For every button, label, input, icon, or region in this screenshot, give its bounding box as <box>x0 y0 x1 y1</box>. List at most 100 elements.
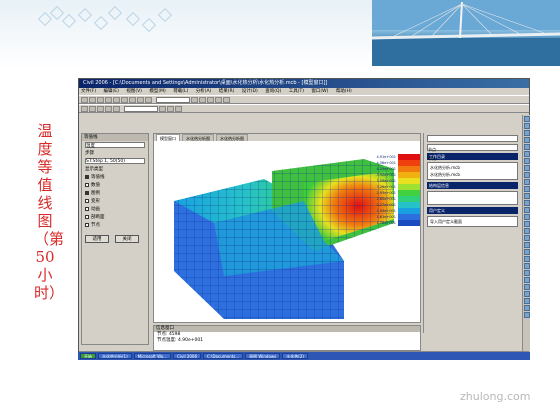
element-icon[interactable] <box>97 105 104 112</box>
new-icon[interactable] <box>81 96 88 103</box>
taskbar-item[interactable]: Microsoft Wo... <box>133 353 172 359</box>
tool-icon[interactable] <box>524 284 530 290</box>
taskbar-item[interactable]: Civil 2006 <box>173 353 202 359</box>
menu-results[interactable]: 结果(R) <box>219 89 235 94</box>
toolbar-2 <box>79 104 529 113</box>
shade-icon[interactable] <box>223 96 230 103</box>
menu-load[interactable]: 荷载(L) <box>173 89 188 94</box>
taskbar-item[interactable]: 画图 Windows <box>245 353 281 359</box>
zoom-icon[interactable] <box>129 96 136 103</box>
tool-icon[interactable] <box>524 263 530 269</box>
menu-analysis[interactable]: 分析(A) <box>196 89 212 94</box>
taskbar-item[interactable]: C:\Documents... <box>203 353 244 359</box>
print-icon[interactable] <box>105 96 112 103</box>
structure-info-header: 结构层信息 <box>427 182 518 189</box>
section-checkbox[interactable] <box>85 215 89 219</box>
tool-icon[interactable] <box>524 165 530 171</box>
grid-icon[interactable] <box>105 105 112 112</box>
pan-icon[interactable] <box>137 96 144 103</box>
right-panel: 节点 单元 工作目录 水化热分析.mcb 水化热分析.mcb 结构层信息 用户定… <box>423 133 521 333</box>
result-type-select[interactable]: 温度 <box>85 142 145 149</box>
tool-icon[interactable] <box>524 151 530 157</box>
tool-icon[interactable] <box>524 130 530 136</box>
viewport-tabs: 模型窗口 水化热分析图 水化热分析图 <box>154 134 420 141</box>
taskbar-item[interactable]: 水化热(2) <box>282 353 308 359</box>
taskbar-item[interactable]: 水化热分析(1) <box>98 353 132 359</box>
menu-design[interactable]: 设计(D) <box>242 89 258 94</box>
tool-icon[interactable] <box>524 305 530 311</box>
tool-icon[interactable] <box>524 144 530 150</box>
deform-checkbox[interactable] <box>85 199 89 203</box>
list-item[interactable]: 导入用户定义截面 <box>430 218 515 225</box>
hidden-icon[interactable] <box>215 96 222 103</box>
label-icon[interactable] <box>167 105 174 112</box>
tool-icon[interactable] <box>524 228 530 234</box>
menu-query[interactable]: 查询(Q) <box>265 89 281 94</box>
menu-help[interactable]: 帮助(H) <box>336 89 352 94</box>
tool-icon[interactable] <box>524 172 530 178</box>
list-item[interactable]: 水化热分析.mcb <box>430 164 515 171</box>
menu-file[interactable]: 文件(F) <box>81 89 96 94</box>
node-checkbox[interactable] <box>85 223 89 227</box>
menu-edit[interactable]: 编辑(E) <box>104 89 119 94</box>
work-directory-header: 工作目录 <box>427 153 518 160</box>
measure-icon[interactable] <box>159 105 166 112</box>
tool-icon[interactable] <box>524 235 530 241</box>
view-iso-icon[interactable] <box>207 96 214 103</box>
list-item[interactable]: 水化热分析.mcb <box>430 171 515 178</box>
tool-icon[interactable] <box>524 270 530 276</box>
rotate-icon[interactable] <box>145 96 152 103</box>
tool-icon[interactable] <box>524 312 530 318</box>
animation-checkbox[interactable] <box>85 207 89 211</box>
menu-window[interactable]: 窗口(W) <box>311 89 328 94</box>
undo-icon[interactable] <box>113 96 120 103</box>
view-top-icon[interactable] <box>199 96 206 103</box>
apply-button[interactable]: 适用 <box>85 235 109 243</box>
start-button[interactable]: 开始 <box>80 353 96 359</box>
tool-icon[interactable] <box>524 242 530 248</box>
view-front-icon[interactable] <box>191 96 198 103</box>
menu-view[interactable]: 视图(V) <box>126 89 142 94</box>
element-field[interactable]: 单元 <box>427 144 518 161</box>
tab-hydration-1[interactable]: 水化热分析图 <box>182 134 214 141</box>
tool-icon[interactable] <box>524 158 530 164</box>
message-line: 节点温度: 4.90e+001 <box>157 338 204 343</box>
step-select[interactable]: ST:Step 1, 50(50) <box>85 158 145 164</box>
display-icon[interactable] <box>175 105 182 112</box>
legend-checkbox[interactable] <box>85 191 89 195</box>
tool-icon[interactable] <box>524 249 530 255</box>
tool-icon[interactable] <box>524 137 530 143</box>
node-icon[interactable] <box>89 105 96 112</box>
layer-select[interactable] <box>124 105 158 112</box>
tool-icon[interactable] <box>524 291 530 297</box>
message-window: 信息窗口 节点: 4598 节点温度: 4.90e+001 <box>153 325 421 351</box>
menu-model[interactable]: 模型(M) <box>149 89 165 94</box>
menu-tools[interactable]: 工具(T) <box>289 89 304 94</box>
node-field[interactable]: 节点 <box>427 135 518 152</box>
open-icon[interactable] <box>89 96 96 103</box>
tool-icon[interactable] <box>524 116 530 122</box>
redo-icon[interactable] <box>121 96 128 103</box>
user-defined-header: 用户定义 <box>427 207 518 214</box>
tool-icon[interactable] <box>524 193 530 199</box>
tool-icon[interactable] <box>524 207 530 213</box>
tool-icon[interactable] <box>524 298 530 304</box>
tool-icon[interactable] <box>524 214 530 220</box>
unit-select[interactable] <box>156 96 190 103</box>
tab-model-view[interactable]: 模型窗口 <box>156 134 180 141</box>
tool-icon[interactable] <box>524 123 530 129</box>
select-icon[interactable] <box>81 105 88 112</box>
tool-icon[interactable] <box>524 256 530 262</box>
tab-hydration-2[interactable]: 水化热分析图 <box>216 134 248 141</box>
save-icon[interactable] <box>97 96 104 103</box>
values-checkbox[interactable] <box>85 183 89 187</box>
tool-icon[interactable] <box>524 200 530 206</box>
tool-icon[interactable] <box>524 221 530 227</box>
tool-icon[interactable] <box>524 186 530 192</box>
contour-checkbox[interactable] <box>85 175 89 179</box>
close-button[interactable]: 关闭 <box>115 235 139 243</box>
model-viewport[interactable]: 模型窗口 水化热分析图 水化热分析图 4.91e+001 4.58e+001 4… <box>153 133 421 323</box>
snap-icon[interactable] <box>113 105 120 112</box>
tool-icon[interactable] <box>524 179 530 185</box>
tool-icon[interactable] <box>524 277 530 283</box>
